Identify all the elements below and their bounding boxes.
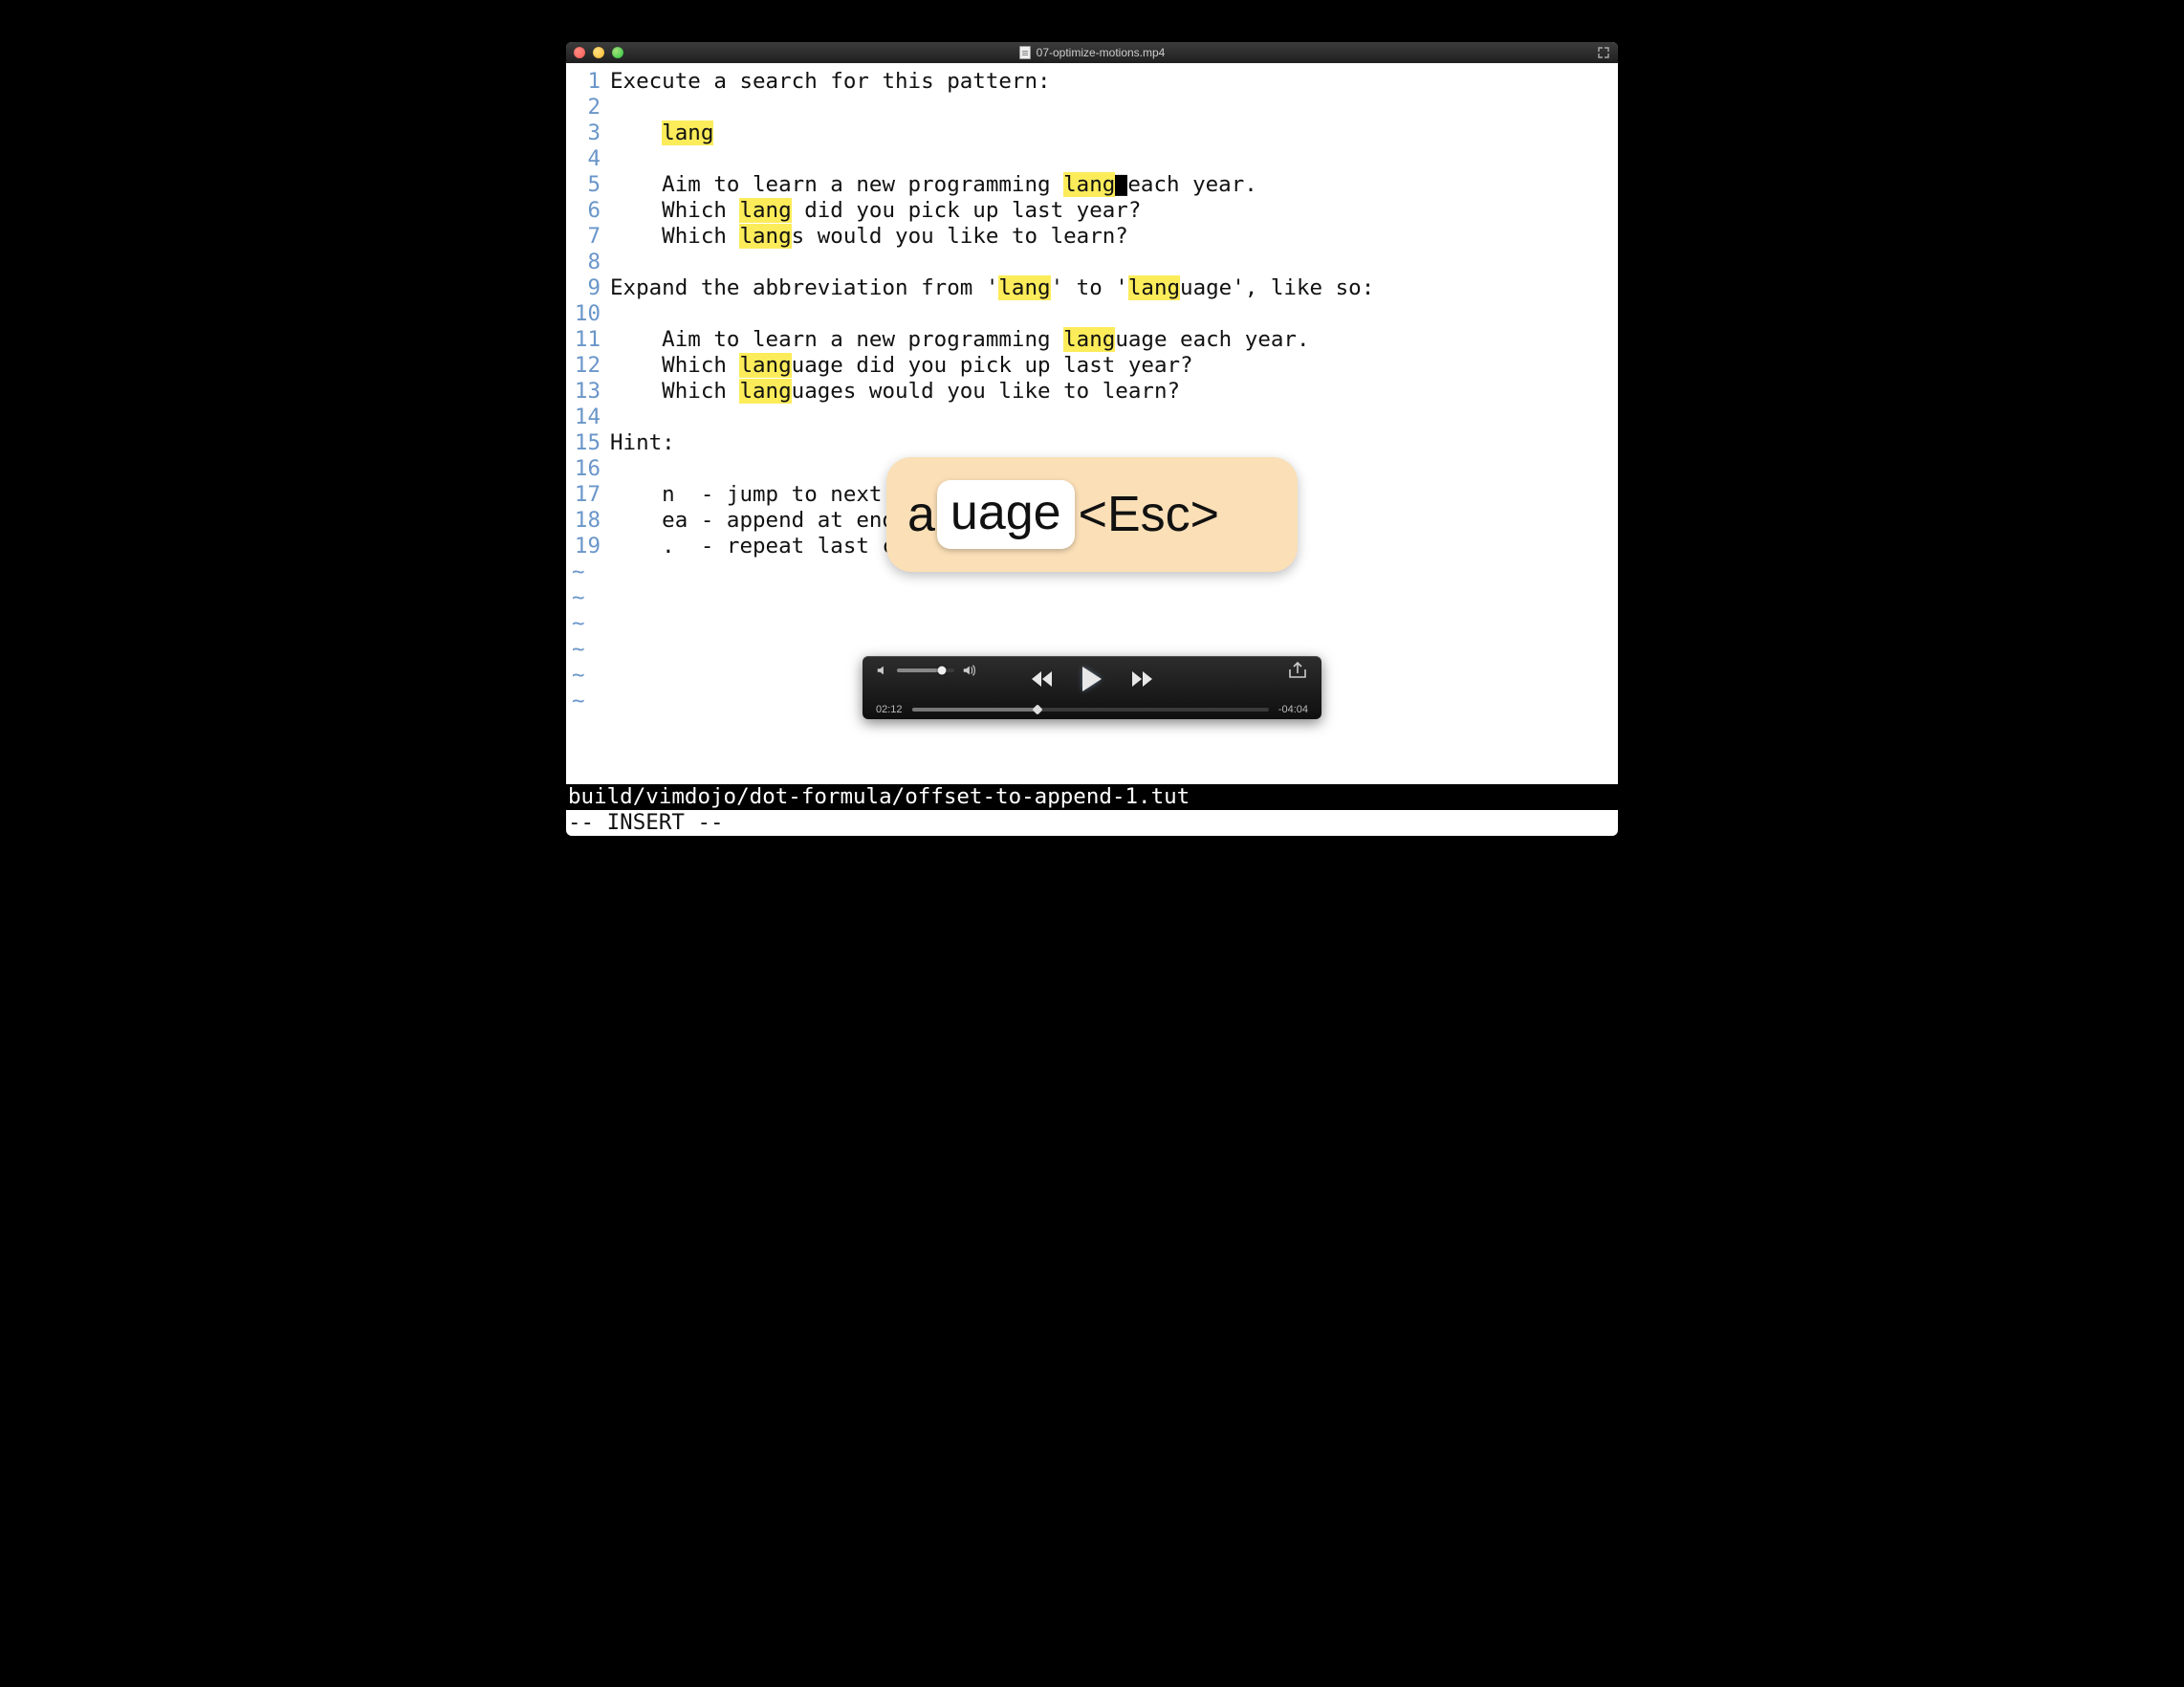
vim-statusbar: build/vimdojo/dot-formula/offset-to-appe… <box>566 784 1618 810</box>
transport-buttons <box>1031 666 1153 697</box>
window-title: 07-optimize-motions.mp4 <box>566 46 1618 59</box>
line-content: Aim to learn a new programming langeach … <box>610 172 1257 198</box>
line-content: Aim to learn a new programming language … <box>610 327 1310 353</box>
editor-line: 10 <box>566 301 1618 327</box>
line-content: Which langs would you like to learn? <box>610 224 1128 250</box>
editor-line: 14 <box>566 405 1618 430</box>
line-number: 18 <box>566 508 610 534</box>
fast-forward-icon <box>1130 670 1153 688</box>
window-controls <box>574 47 623 58</box>
line-content: Which lang did you pick up last year? <box>610 198 1141 224</box>
editor-line: 1Execute a search for this pattern: <box>566 69 1618 95</box>
empty-line-tilde: ~ <box>566 585 1618 611</box>
close-button[interactable] <box>574 47 585 58</box>
editor-line: 2 <box>566 95 1618 120</box>
line-content: Hint: <box>610 430 675 456</box>
editor-line: 5 Aim to learn a new programming langeac… <box>566 172 1618 198</box>
elapsed-time: 02:12 <box>876 704 903 715</box>
titlebar: 07-optimize-motions.mp4 <box>566 42 1618 63</box>
fullscreen-button[interactable] <box>1597 46 1610 59</box>
play-icon <box>1081 666 1103 692</box>
volume-high-icon <box>962 664 975 677</box>
line-content: n - jump to next <box>610 482 895 508</box>
editor-line: 3 lang <box>566 120 1618 146</box>
volume-low-icon <box>876 664 889 677</box>
volume-control[interactable] <box>876 664 975 677</box>
editor-line: 4 <box>566 146 1618 172</box>
empty-line-tilde: ~ <box>566 611 1618 637</box>
line-content: Which languages would you like to learn? <box>610 379 1180 405</box>
minimize-button[interactable] <box>593 47 604 58</box>
keystroke-overlay: a uage <Esc> <box>886 457 1298 572</box>
editor-line: 12 Which language did you pick up last y… <box>566 353 1618 379</box>
editor-line: 7 Which langs would you like to learn? <box>566 224 1618 250</box>
line-number: 16 <box>566 456 610 482</box>
line-number: 3 <box>566 120 610 146</box>
line-content: lang <box>610 120 713 146</box>
vim-mode-indicator: -- INSERT -- <box>566 810 1618 836</box>
play-button[interactable] <box>1081 666 1103 697</box>
window-title-text: 07-optimize-motions.mp4 <box>1037 46 1166 59</box>
line-number: 10 <box>566 301 610 327</box>
line-number: 19 <box>566 534 610 559</box>
line-content: Expand the abbreviation from 'lang' to '… <box>610 275 1374 301</box>
line-number: 13 <box>566 379 610 405</box>
line-number: 5 <box>566 172 610 198</box>
editor-line: 8 <box>566 250 1618 275</box>
line-number: 15 <box>566 430 610 456</box>
zoom-button[interactable] <box>612 47 623 58</box>
editor-line: 13 Which languages would you like to lea… <box>566 379 1618 405</box>
file-icon <box>1019 46 1031 59</box>
share-icon <box>1287 662 1308 679</box>
remaining-time: -04:04 <box>1278 704 1308 715</box>
line-number: 6 <box>566 198 610 224</box>
overlay-keycap: uage <box>937 480 1075 549</box>
line-number: 17 <box>566 482 610 508</box>
line-number: 9 <box>566 275 610 301</box>
line-number: 14 <box>566 405 610 430</box>
progress-slider[interactable] <box>912 708 1269 712</box>
rewind-icon <box>1031 670 1054 688</box>
line-content: . - repeat last c <box>610 534 895 559</box>
line-number: 1 <box>566 69 610 95</box>
line-number: 12 <box>566 353 610 379</box>
playback-controls: 02:12 -04:04 <box>863 656 1321 719</box>
fast-forward-button[interactable] <box>1130 670 1153 692</box>
overlay-suffix: <Esc> <box>1079 486 1219 543</box>
line-number: 8 <box>566 250 610 275</box>
line-number: 2 <box>566 95 610 120</box>
editor-line: 9Expand the abbreviation from 'lang' to … <box>566 275 1618 301</box>
line-number: 11 <box>566 327 610 353</box>
video-player-window: 07-optimize-motions.mp4 1Execute a searc… <box>566 42 1618 836</box>
editor-line: 11 Aim to learn a new programming langua… <box>566 327 1618 353</box>
line-content: Execute a search for this pattern: <box>610 69 1051 95</box>
editor-viewport: 1Execute a search for this pattern:23 la… <box>566 63 1618 784</box>
editor-line: 15Hint: <box>566 430 1618 456</box>
fullscreen-icon <box>1598 47 1609 58</box>
overlay-prefix: a <box>907 486 935 543</box>
editor-line: 6 Which lang did you pick up last year? <box>566 198 1618 224</box>
line-number: 7 <box>566 224 610 250</box>
line-content: ea - append at end <box>610 508 895 534</box>
share-button[interactable] <box>1287 662 1308 679</box>
volume-slider[interactable] <box>897 668 954 672</box>
rewind-button[interactable] <box>1031 670 1054 692</box>
line-number: 4 <box>566 146 610 172</box>
line-content: Which language did you pick up last year… <box>610 353 1193 379</box>
